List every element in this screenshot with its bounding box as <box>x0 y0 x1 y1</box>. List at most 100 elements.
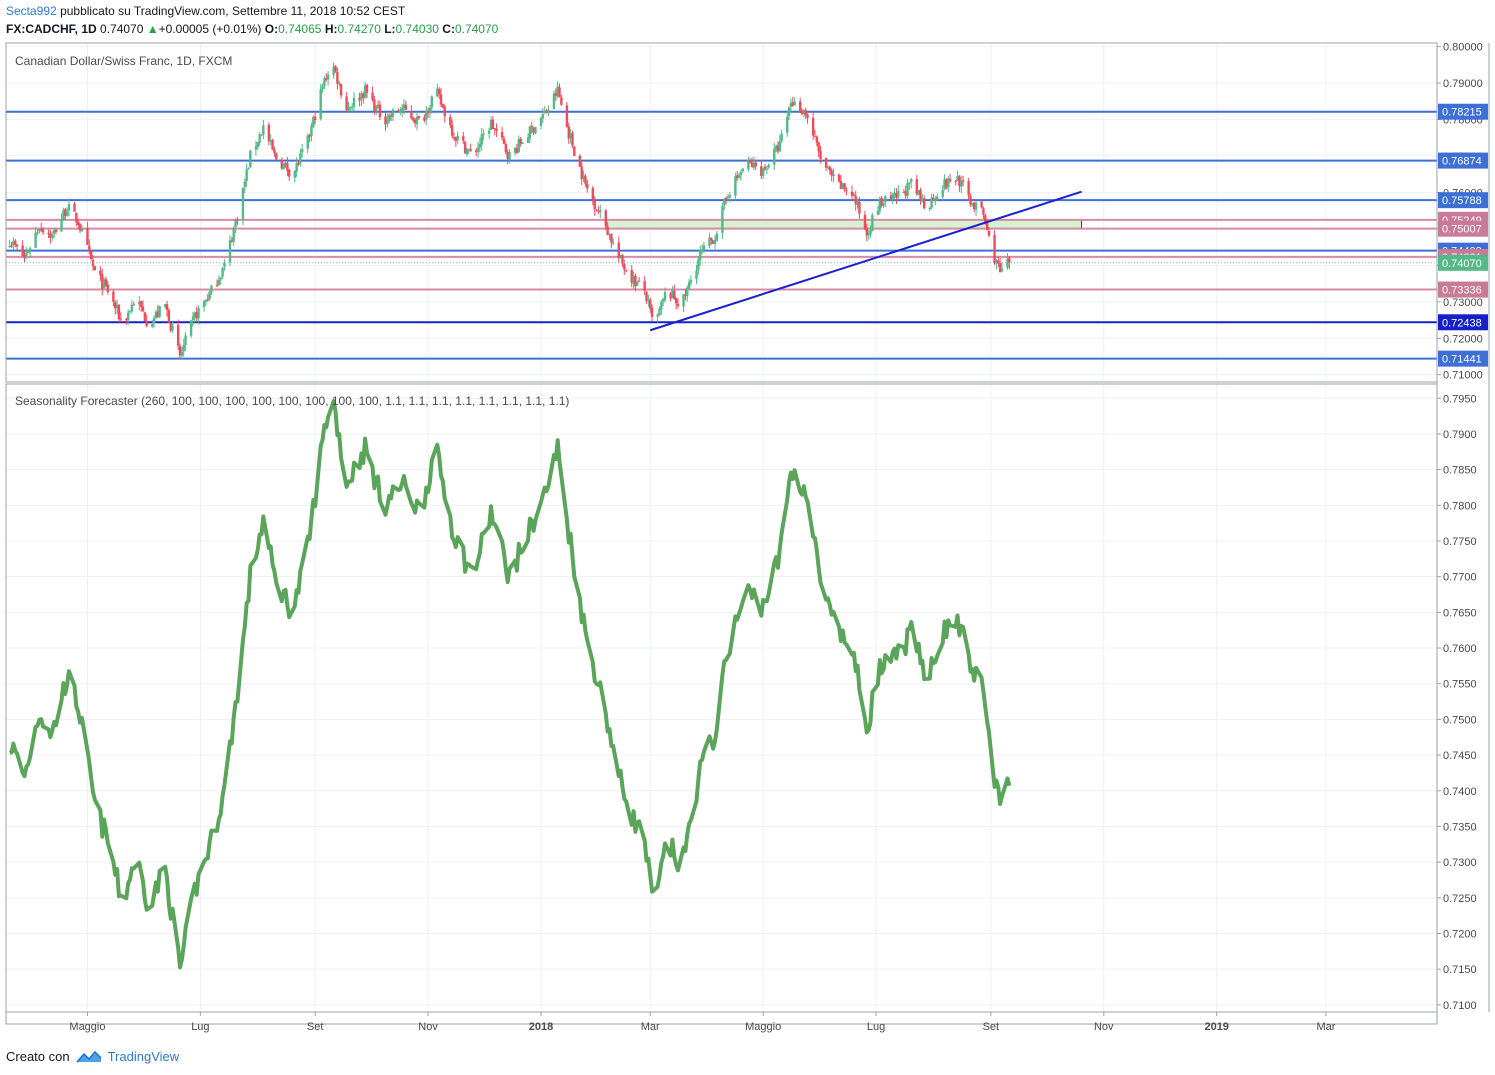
candle <box>919 187 922 205</box>
candle <box>176 319 180 351</box>
candle <box>747 156 750 172</box>
candle <box>189 320 193 338</box>
candle <box>78 222 82 233</box>
candle <box>761 167 765 179</box>
candle <box>558 83 561 98</box>
candle <box>780 129 783 144</box>
zone-box <box>605 219 1083 230</box>
candle <box>673 284 676 300</box>
candle <box>806 113 809 124</box>
support-zone <box>605 219 1083 230</box>
svg-text:0.78215: 0.78215 <box>1442 107 1482 119</box>
candle <box>715 231 719 242</box>
candle <box>534 126 537 135</box>
candle <box>500 126 504 141</box>
candle <box>378 100 382 121</box>
time-tick: Mar <box>641 1021 660 1033</box>
candle <box>319 83 322 121</box>
price-tick: 0.72000 <box>1443 333 1483 345</box>
price-tick: 0.79000 <box>1443 78 1483 90</box>
candle <box>228 235 232 267</box>
candle <box>288 168 291 181</box>
indicator-tick: 0.7500 <box>1443 714 1477 726</box>
level-badge: 0.73336 <box>1438 281 1488 298</box>
candle <box>89 249 93 261</box>
chart-canvas[interactable]: 0.800000.790000.780000.770000.760000.750… <box>0 0 1495 1075</box>
candle <box>456 131 459 145</box>
candle <box>469 143 472 152</box>
indicator-axis[interactable]: 0.7950 0.7900 0.7850 0.7800 0.7750 0.7700 0.76… <box>1437 393 1477 1012</box>
price-tick: 0.73000 <box>1443 297 1483 309</box>
candle <box>617 236 620 264</box>
level-badge: 0.71441 <box>1438 350 1488 367</box>
candle <box>624 269 628 273</box>
candle <box>906 178 909 200</box>
indicator-tick: 0.7300 <box>1443 857 1477 869</box>
pane-frames <box>5 42 1490 1025</box>
candle <box>8 239 11 248</box>
candle <box>339 83 343 99</box>
candle <box>232 226 235 246</box>
candle <box>767 163 770 170</box>
candle <box>249 150 252 168</box>
indicator-tick: 0.7950 <box>1443 393 1477 405</box>
trendline[interactable] <box>649 190 1082 332</box>
time-tick: Lug <box>867 1021 885 1033</box>
seasonality-series <box>9 399 1012 970</box>
svg-text:0.71441: 0.71441 <box>1442 354 1482 366</box>
candle <box>674 297 678 310</box>
price-tick: 0.71000 <box>1443 370 1483 382</box>
candle <box>217 275 221 287</box>
candle <box>275 152 278 160</box>
level-badge: 0.74070 <box>1438 254 1488 271</box>
candle <box>167 308 171 324</box>
candle <box>197 305 200 325</box>
candle <box>352 92 356 112</box>
indicator-tick: 0.7350 <box>1443 821 1477 833</box>
time-tick: Mar <box>1316 1021 1335 1033</box>
candle <box>599 204 602 219</box>
svg-text:0.75788: 0.75788 <box>1442 195 1482 207</box>
level-badge: 0.75788 <box>1438 192 1488 209</box>
candle <box>221 267 224 280</box>
candle <box>247 167 250 170</box>
candle <box>682 294 685 312</box>
candle <box>993 230 996 265</box>
candle <box>404 100 408 111</box>
indicator-tick: 0.7900 <box>1443 429 1477 441</box>
time-axis[interactable]: Maggio Lug Set Nov 2018 Mar Maggio Lug Set Nov 201… <box>69 1012 1336 1033</box>
time-tick: 2018 <box>529 1021 553 1033</box>
indicator-tick: 0.7800 <box>1443 500 1477 512</box>
candle <box>741 167 744 173</box>
candle <box>21 240 24 257</box>
candle <box>282 163 285 170</box>
candle <box>93 265 97 271</box>
indicator-tick: 0.7850 <box>1443 465 1477 477</box>
level-badge: 0.78215 <box>1438 103 1488 120</box>
candle <box>86 221 89 245</box>
candle <box>132 301 135 306</box>
indicator-tick: 0.7250 <box>1443 893 1477 905</box>
main-pane-title: Canadian Dollar/Swiss Franc, 1D, FXCM <box>15 54 232 68</box>
candle <box>824 157 828 171</box>
price-axis[interactable]: 0.800000.790000.780000.770000.760000.750… <box>1437 42 1488 382</box>
svg-text:0.75007: 0.75007 <box>1442 224 1482 236</box>
level-badge: 0.76874 <box>1438 152 1488 169</box>
candle <box>850 185 854 202</box>
candle <box>930 193 933 210</box>
candle <box>863 210 867 231</box>
footer: Creato con TradingView <box>6 1049 179 1064</box>
candle <box>578 154 582 167</box>
candle <box>476 141 480 158</box>
candle <box>410 105 413 120</box>
indicator-tick: 0.7650 <box>1443 607 1477 619</box>
candle <box>793 97 796 106</box>
svg-text:0.73336: 0.73336 <box>1442 285 1482 297</box>
tradingview-brand-link[interactable]: TradingView <box>108 1049 180 1064</box>
candle <box>391 107 395 121</box>
indicator-tick: 0.7100 <box>1443 1000 1477 1012</box>
time-tick: Nov <box>418 1021 438 1033</box>
candle <box>543 105 546 114</box>
indicator-tick: 0.7150 <box>1443 964 1477 976</box>
candle <box>721 202 724 240</box>
